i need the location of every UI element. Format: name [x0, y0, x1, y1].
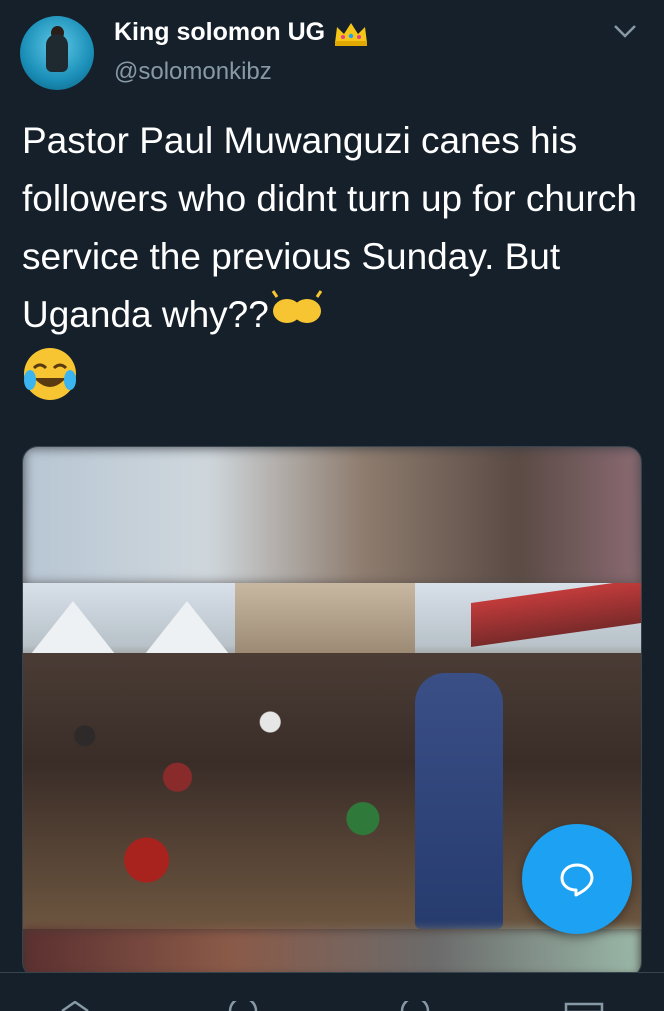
red-canopy — [471, 583, 641, 647]
compose-reply-icon — [560, 863, 594, 897]
media-blur-bottom — [23, 929, 641, 977]
avatar[interactable] — [20, 16, 94, 90]
display-name[interactable]: King solomon UG — [114, 18, 325, 47]
media-blur-top — [23, 447, 641, 585]
tent-right — [141, 601, 233, 659]
chevron-down-icon[interactable] — [612, 20, 638, 42]
tent-left — [27, 601, 119, 659]
display-name-row[interactable]: King solomon UG — [114, 18, 369, 47]
user-handle[interactable]: @solomonkibz — [114, 58, 272, 86]
pastor-figure — [415, 673, 503, 929]
crown-icon — [335, 22, 368, 46]
building — [235, 583, 415, 653]
tears-of-joy-emoji — [22, 346, 78, 419]
bottom-navigation-bar — [0, 972, 664, 1011]
tweet-body: Pastor Paul Muwanguzi canes his follower… — [22, 120, 648, 335]
raised-hands-emoji — [269, 288, 325, 346]
avatar-person — [46, 34, 68, 72]
reply-fab-button[interactable] — [522, 824, 632, 934]
tweet-text: Pastor Paul Muwanguzi canes his follower… — [22, 112, 642, 419]
